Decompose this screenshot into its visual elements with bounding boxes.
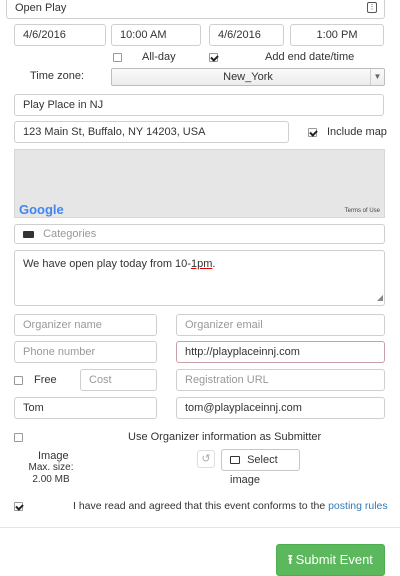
end-time-input[interactable]: 1:00 PM [290,24,384,46]
add-end-checkbox[interactable] [209,53,218,62]
all-day-label: All-day [142,51,176,63]
address-text: 123 Main St, Buffalo, NY 14203, USA [23,126,206,138]
submit-event-button[interactable]: ⭱ Submit Event [276,544,385,576]
image-label: Image [38,450,69,462]
submitter-email-input[interactable]: tom@playplaceinnj.com [176,397,385,419]
submitter-name-text: Tom [23,402,44,414]
event-title-input[interactable]: Open Play [6,0,385,19]
registration-url-placeholder: Registration URL [185,374,269,386]
agree-checkbox[interactable] [14,502,23,511]
address-input[interactable]: 123 Main St, Buffalo, NY 14203, USA [14,121,289,143]
event-title-text: Open Play [15,2,67,14]
posting-rules-link[interactable]: posting rules [328,500,388,512]
end-date-text: 4/6/2016 [218,29,261,41]
free-label: Free [34,374,57,386]
end-time-text: 1:00 PM [316,29,358,41]
website-text: http://playplaceinnj.com [185,346,300,358]
phone-placeholder: Phone number [23,346,96,358]
image-max-size: Max. size: 2.00 MB [28,462,74,485]
add-end-label: Add end date/time [265,51,355,63]
start-date-input[interactable]: 4/6/2016 [14,24,106,46]
start-time-text: 10:00 AM [120,29,167,41]
description-text: We have open play today from 10- [23,258,191,270]
include-map-checkbox[interactable] [308,128,317,137]
submitter-email-text: tom@playplaceinnj.com [185,402,302,414]
timezone-select[interactable]: New_York ▼ [111,68,385,86]
submit-label: Submit Event [295,552,373,567]
categories-placeholder: Categories [43,228,97,240]
free-checkbox[interactable] [14,376,23,385]
timezone-label: Time zone: [30,70,85,82]
website-input[interactable]: http://playplaceinnj.com [176,341,385,363]
organizer-email-placeholder: Organizer email [185,319,263,331]
footer-divider [0,527,400,528]
include-map-label: Include map [327,126,387,138]
cost-input[interactable]: Cost [80,369,157,391]
description-textarea[interactable]: We have open play today from 10-1pm. ◢ [14,250,385,306]
chevron-down-icon: ▼ [370,69,384,85]
cost-placeholder: Cost [89,374,112,386]
venue-text: Play Place in NJ [23,99,104,111]
agree-text: I have read and agreed that this event c… [73,500,388,512]
categories-input[interactable]: Categories [14,224,385,244]
submitter-name-input[interactable]: Tom [14,397,157,419]
clear-image-icon[interactable]: ↺ [197,450,215,468]
organizer-name-input[interactable]: Organizer name [14,314,157,336]
map-view[interactable]: Google Terms of Use [14,149,385,218]
start-date-text: 4/6/2016 [23,29,66,41]
description-suffix: . [212,258,216,270]
resize-handle-icon[interactable]: ◢ [377,291,383,305]
registration-url-input[interactable]: Registration URL [176,369,385,391]
organizer-name-placeholder: Organizer name [23,319,102,331]
organizer-email-input[interactable]: Organizer email [176,314,385,336]
all-day-checkbox[interactable] [113,53,122,62]
end-date-input[interactable]: 4/6/2016 [209,24,284,46]
timezone-value: New_York [223,71,273,83]
start-time-input[interactable]: 10:00 AM [111,24,201,46]
use-organizer-label: Use Organizer information as Submitter [128,431,322,443]
google-logo: Google [19,202,64,217]
agree-label: I have read and agreed that this event c… [73,500,326,512]
phone-input[interactable]: Phone number [14,341,157,363]
venue-input[interactable]: Play Place in NJ [14,94,384,116]
description-underlined: 1pm [190,258,213,270]
calendar-info-icon[interactable]: ⋮ [367,2,377,13]
use-organizer-checkbox[interactable] [14,433,23,442]
select-image-button[interactable]: Select image [221,449,300,486]
folder-icon [23,230,34,238]
map-terms-link[interactable]: Terms of Use [345,208,380,214]
upload-icon: ⭱ [288,552,293,567]
image-icon [230,456,240,464]
